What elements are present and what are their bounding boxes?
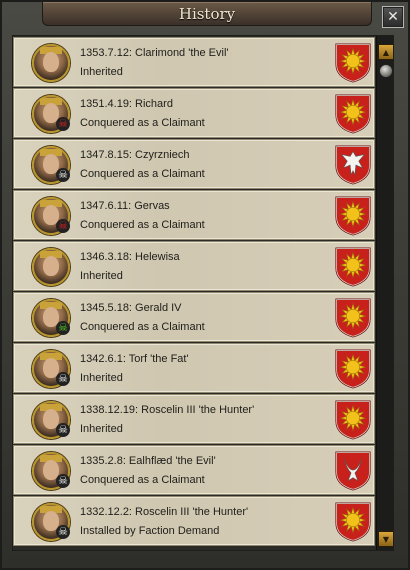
title-bar: History	[42, 2, 372, 26]
history-row[interactable]: ☠ 1332.12.2: Roscelin III 'the Hunter' Ins…	[13, 496, 375, 546]
ruler-date-name[interactable]: 1347.8.15: Czyrzniech	[80, 149, 189, 161]
scrollbar[interactable]: ▲ ▼	[376, 36, 393, 550]
history-row[interactable]: ☠ 1345.5.18: Gerald IV Conquered as a Clai…	[13, 292, 375, 342]
skull-icon: ☠	[56, 372, 70, 386]
history-row[interactable]: ☠ 1342.6.1: Torf 'the Fat' Inherited	[13, 343, 375, 393]
history-row[interactable]: 1353.7.12: Clarimond 'the Evil' Inherited	[13, 37, 375, 87]
history-list-frame: 1353.7.12: Clarimond 'the Evil' Inherited…	[12, 35, 394, 551]
succession-method: Conquered as a Claimant	[80, 117, 205, 129]
close-button[interactable]: ✕	[382, 6, 404, 28]
skull-icon: ☠	[56, 321, 70, 335]
ruler-date-name[interactable]: 1353.7.12: Clarimond 'the Evil'	[80, 47, 229, 59]
chevron-up-icon: ▲	[382, 47, 390, 57]
face-shape	[43, 256, 59, 276]
ruler-portrait[interactable]	[32, 248, 70, 286]
ruler-date-name[interactable]: 1345.5.18: Gerald IV	[80, 302, 182, 314]
scroll-thumb[interactable]	[379, 64, 393, 78]
chevron-down-icon: ▼	[382, 534, 390, 544]
coat-of-arms-icon[interactable]	[332, 500, 374, 544]
ruler-date-name[interactable]: 1335.2.8: Ealhflæd 'the Evil'	[80, 455, 216, 467]
skull-icon: ☠	[56, 474, 70, 488]
coat-of-arms-icon[interactable]	[332, 41, 374, 85]
history-row[interactable]: ☠ 1335.2.8: Ealhflæd 'the Evil' Conquered …	[13, 445, 375, 495]
succession-method: Conquered as a Claimant	[80, 474, 205, 486]
ruler-date-name[interactable]: 1347.6.11: Gervas	[80, 200, 170, 212]
history-window: History ✕ 1353.7.12: Clarimond 'the Evil…	[0, 0, 410, 570]
face-shape	[43, 52, 59, 72]
succession-method: Inherited	[80, 66, 123, 78]
scroll-down-button[interactable]: ▼	[378, 531, 393, 547]
ruler-date-name[interactable]: 1332.12.2: Roscelin III 'the Hunter'	[80, 506, 248, 518]
coat-of-arms-icon[interactable]	[332, 449, 374, 493]
history-row[interactable]: ☠ 1347.8.15: Czyrzniech Conquered as a Cla…	[13, 139, 375, 189]
succession-method: Conquered as a Claimant	[80, 219, 205, 231]
ruler-date-name[interactable]: 1342.6.1: Torf 'the Fat'	[80, 353, 189, 365]
skull-icon: ☠	[56, 219, 70, 233]
history-row[interactable]: ☠ 1347.6.11: Gervas Conquered as a Claiman…	[13, 190, 375, 240]
succession-method: Conquered as a Claimant	[80, 321, 205, 333]
history-row[interactable]: 1346.3.18: Helewisa Inherited	[13, 241, 375, 291]
coat-of-arms-icon[interactable]	[332, 245, 374, 289]
history-list: 1353.7.12: Clarimond 'the Evil' Inherited…	[13, 36, 375, 550]
succession-method: Conquered as a Claimant	[80, 168, 205, 180]
coat-of-arms-icon[interactable]	[332, 194, 374, 238]
coat-of-arms-icon[interactable]	[332, 92, 374, 136]
coat-of-arms-icon[interactable]	[332, 347, 374, 391]
coat-of-arms-icon[interactable]	[332, 143, 374, 187]
succession-method: Installed by Faction Demand	[80, 525, 220, 537]
skull-icon: ☠	[56, 117, 70, 131]
ruler-date-name[interactable]: 1346.3.18: Helewisa	[80, 251, 180, 263]
close-icon: ✕	[387, 9, 399, 25]
scroll-up-button[interactable]: ▲	[378, 44, 393, 60]
ruler-date-name[interactable]: 1351.4.19: Richard	[80, 98, 173, 110]
ruler-portrait[interactable]	[32, 44, 70, 82]
succession-method: Inherited	[80, 423, 123, 435]
succession-method: Inherited	[80, 270, 123, 282]
succession-method: Inherited	[80, 372, 123, 384]
skull-icon: ☠	[56, 423, 70, 437]
skull-icon: ☠	[56, 525, 70, 539]
skull-icon: ☠	[56, 168, 70, 182]
coat-of-arms-icon[interactable]	[332, 296, 374, 340]
history-row[interactable]: ☠ 1351.4.19: Richard Conquered as a Claima…	[13, 88, 375, 138]
history-row[interactable]: ☠ 1338.12.19: Roscelin III 'the Hunter' In…	[13, 394, 375, 444]
coat-of-arms-icon[interactable]	[332, 398, 374, 442]
ruler-date-name[interactable]: 1338.12.19: Roscelin III 'the Hunter'	[80, 404, 254, 416]
window-title: History	[178, 4, 236, 23]
